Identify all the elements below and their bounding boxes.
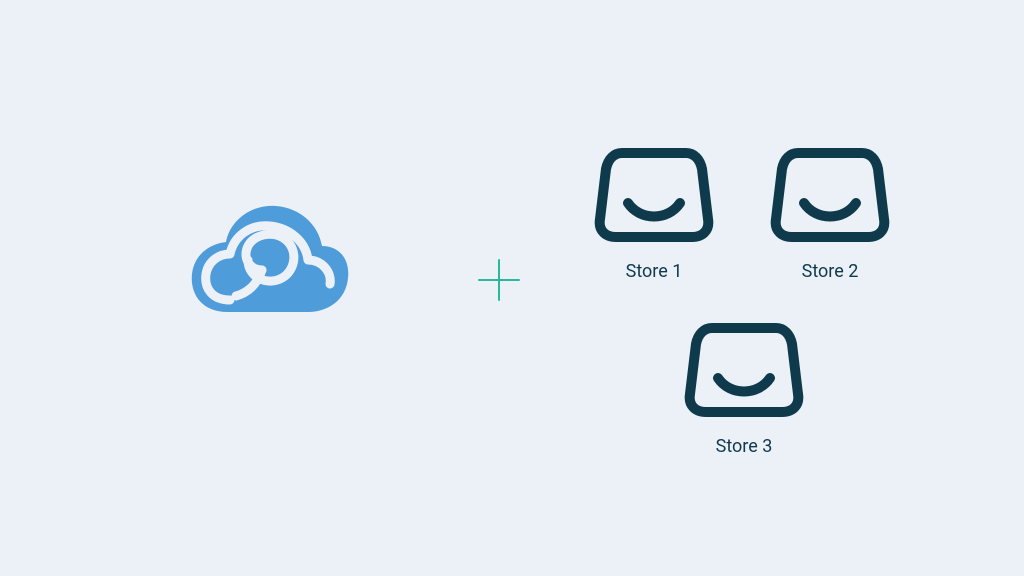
plus-icon [475, 256, 523, 304]
store-label: Store 2 [760, 261, 900, 282]
store-item-3: Store 3 [674, 320, 814, 457]
store-label: Store 3 [674, 436, 814, 457]
diagram-canvas: Store 1 Store 2 Store 3 [0, 0, 1024, 576]
cloud-service-icon [190, 200, 350, 320]
store-icon [760, 145, 900, 249]
store-label: Store 1 [584, 261, 724, 282]
store-icon [674, 320, 814, 424]
store-icon [584, 145, 724, 249]
store-item-2: Store 2 [760, 145, 900, 282]
store-item-1: Store 1 [584, 145, 724, 282]
